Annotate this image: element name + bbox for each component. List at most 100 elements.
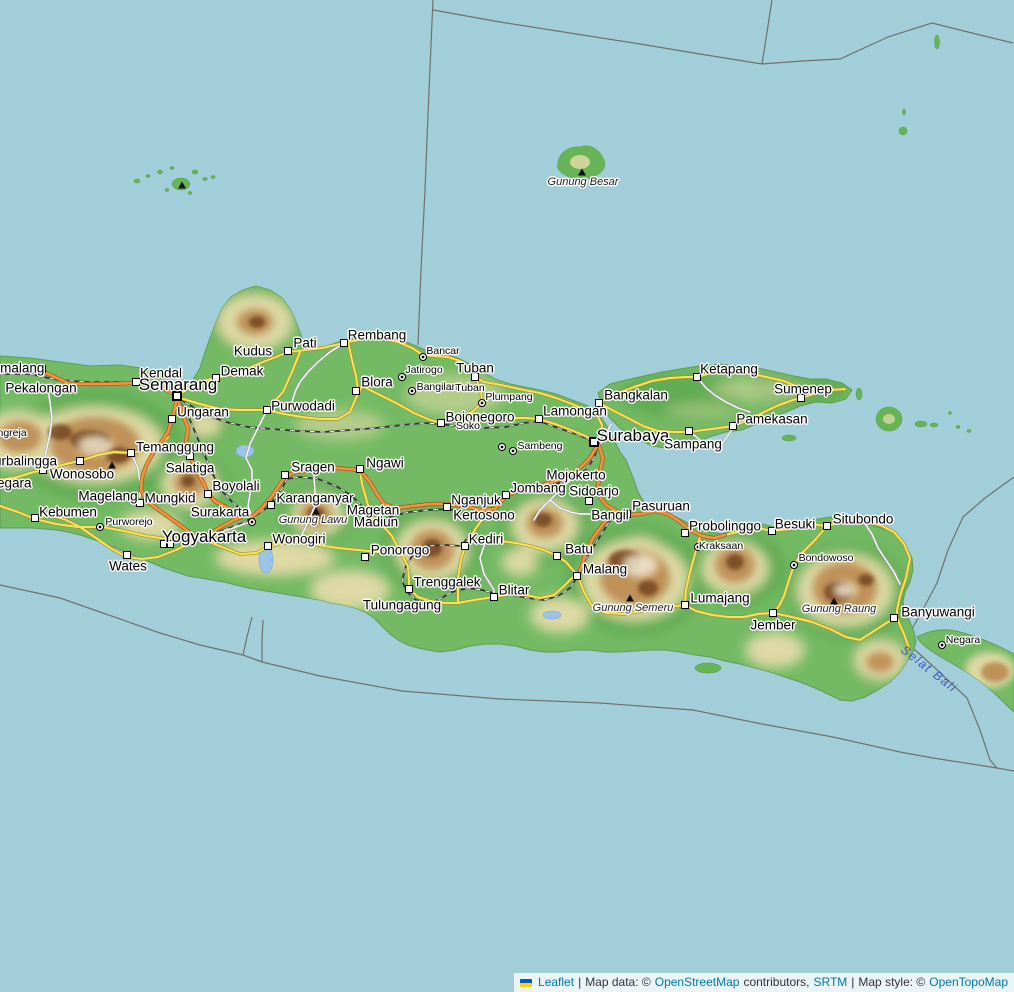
place-label-mungkid: Mungkid: [144, 491, 195, 506]
place-label-malang: Malang: [583, 562, 627, 577]
mountain-peak-icon: [178, 182, 186, 189]
place-label-blora: Blora: [361, 375, 393, 390]
place-label-jatirogo: Jatirogo: [405, 364, 442, 376]
city-marker: [769, 609, 777, 617]
city-marker: [502, 491, 510, 499]
place-label-sampang: Sampang: [664, 437, 722, 452]
place-label-pamekasan: Pamekasan: [736, 412, 807, 427]
map-style-prefix: Map style: ©: [858, 973, 925, 992]
place-label-magelang: Magelang: [78, 489, 137, 504]
place-label-boyolali: Boyolali: [212, 479, 259, 494]
city-marker: [356, 465, 364, 473]
place-label-trenggalek: Trenggalek: [413, 575, 480, 590]
mountain-peak-icon: [626, 595, 634, 602]
city-marker: [681, 601, 689, 609]
place-label-tuban: Tuban: [456, 361, 494, 376]
city-marker: [361, 553, 369, 561]
city-marker: [405, 585, 413, 593]
place-label-banjarnegara: Banjarnegara: [0, 476, 32, 491]
place-label-jombang: Jombang: [510, 481, 566, 496]
city-marker: [267, 501, 275, 509]
place-label-pemalang: Pemalang: [0, 361, 44, 376]
place-label-kertosono: Kertosono: [453, 508, 515, 523]
city-marker: [443, 503, 451, 511]
place-label-probolinggo: Probolinggo: [689, 519, 761, 534]
city-marker: [76, 457, 84, 465]
place-label-pekalongan: Pekalongan: [5, 381, 76, 396]
place-label-kebumen: Kebumen: [39, 505, 97, 520]
place-label-tulungagung: Tulungagung: [363, 598, 441, 613]
place-label-karanganyar: Karanganyar: [276, 491, 353, 506]
city-marker: [352, 387, 360, 395]
leaflet-map-canvas[interactable]: SemarangSurabayaYogyakartaPemalangPekalo…: [0, 0, 1014, 992]
place-label-ungaran: Ungaran: [177, 405, 229, 420]
place-label-surabaya: Surabaya: [597, 426, 670, 446]
attribution-separator: |: [851, 973, 854, 992]
attribution-separator: |: [578, 973, 581, 992]
place-label-lamongan: Lamongan: [543, 404, 607, 419]
openstreetmap-link[interactable]: OpenStreetMap: [655, 973, 740, 992]
city-marker: [281, 471, 289, 479]
place-label-nganjuk: Nganjuk: [451, 493, 501, 508]
city-marker: [553, 552, 561, 560]
city-marker: [823, 522, 831, 530]
place-label-yogyakarta: Yogyakarta: [162, 527, 246, 547]
place-label-bangil: Bangil: [591, 508, 629, 523]
ukraine-flag-icon: [520, 979, 532, 987]
city-marker: [284, 347, 292, 355]
city-marker: [408, 387, 416, 395]
place-label-sambeng: Sambeng: [518, 440, 563, 452]
place-label-besuki: Besuki: [775, 517, 816, 532]
place-label-sumenep: Sumenep: [774, 382, 832, 397]
place-label-purbalingga: Purbalingga: [0, 454, 57, 469]
place-label-gunung-semeru: Gunung Semeru: [593, 602, 674, 614]
place-label-soko: Soko: [456, 420, 480, 432]
city-marker: [535, 415, 543, 423]
place-label-ponorogo: Ponorogo: [371, 543, 430, 558]
place-label-kraksaan: Kraksaan: [699, 540, 743, 552]
place-label-kediri: Kediri: [469, 532, 504, 547]
place-label-temanggung: Temanggung: [136, 440, 214, 455]
place-label-gunung-raung: Gunung Raung: [802, 603, 877, 615]
city-marker: [263, 406, 271, 414]
place-label-gunung-lawu: Gunung Lawu: [279, 514, 348, 526]
place-label-wonogiri: Wonogiri: [272, 532, 325, 547]
place-label-situbondo: Situbondo: [833, 512, 894, 527]
map-data-prefix: Map data: ©: [585, 973, 651, 992]
place-label-blitar: Blitar: [499, 583, 530, 598]
place-label-demak: Demak: [221, 364, 264, 379]
place-label-wonosobo: Wonosobo: [50, 467, 114, 482]
city-marker: [890, 614, 898, 622]
srtm-link[interactable]: SRTM: [813, 973, 847, 992]
city-marker: [509, 447, 517, 455]
place-label-banyuwangi: Banyuwangi: [901, 605, 975, 620]
place-label-bangilan: Bangilan: [417, 381, 458, 393]
mountain-peak-icon: [578, 169, 586, 176]
place-label-bondowoso: Bondowoso: [799, 552, 854, 564]
city-marker: [127, 449, 135, 457]
leaflet-link[interactable]: Leaflet: [538, 973, 574, 992]
city-marker: [573, 572, 581, 580]
place-label-rembang: Rembang: [348, 328, 407, 343]
place-label-plumpang: Plumpang: [485, 391, 532, 403]
city-marker: [168, 415, 176, 423]
city-marker: [264, 542, 272, 550]
place-label-bangkalan: Bangkalan: [604, 388, 668, 403]
opentopomap-link[interactable]: OpenTopoMap: [929, 973, 1008, 992]
place-label-sidoarjo: Sidoarjo: [569, 484, 619, 499]
city-marker: [31, 514, 39, 522]
place-label-purworejo: Purworejo: [105, 516, 152, 528]
place-label-kendal: Kendal: [140, 366, 182, 381]
attribution-bar: Leaflet | Map data: © OpenStreetMap cont…: [514, 973, 1014, 992]
city-marker: [96, 523, 104, 531]
place-label-pati: Pati: [293, 336, 316, 351]
place-label-karangreja: Karangreja: [0, 427, 27, 439]
place-label-lumajang: Lumajang: [690, 591, 749, 606]
city-marker: [204, 490, 212, 498]
place-label-sragen: Sragen: [291, 460, 335, 475]
place-label-tuban: Tuban: [455, 382, 484, 394]
place-label-ngawi: Ngawi: [366, 456, 404, 471]
place-label-negara: Negara: [946, 634, 980, 646]
city-marker: [490, 593, 498, 601]
city-marker: [790, 561, 798, 569]
